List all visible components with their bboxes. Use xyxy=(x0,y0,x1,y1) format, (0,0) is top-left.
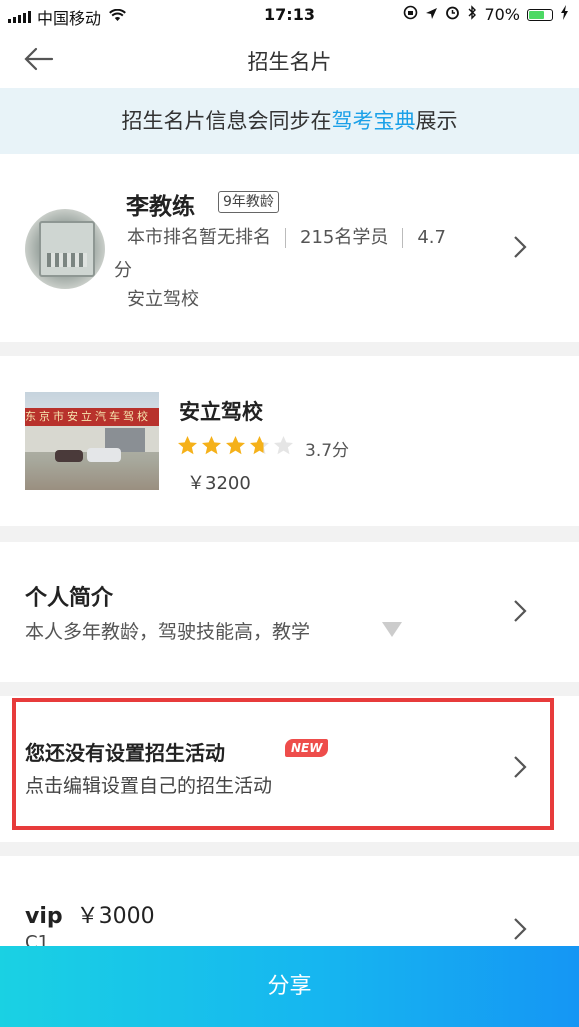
coach-name: 李教练 xyxy=(126,194,195,220)
charging-icon xyxy=(560,5,569,24)
vip-price: ￥3000 xyxy=(76,904,155,929)
status-right: 70% xyxy=(403,5,569,24)
activity-subtitle: 点击编辑设置自己的招生活动 xyxy=(25,775,273,797)
battery-icon xyxy=(527,8,553,21)
bluetooth-icon xyxy=(467,5,477,24)
chevron-right-icon xyxy=(514,756,527,778)
activity-title: 您还没有设置招生活动 xyxy=(25,741,225,765)
intro-card[interactable]: 个人简介 本人多年教龄，驾驶技能高，教学 xyxy=(0,542,579,682)
location-icon xyxy=(425,5,438,24)
notice-suffix: 展示 xyxy=(415,109,458,133)
vip-name: vip xyxy=(25,904,63,929)
school-score: 3.7分 xyxy=(305,441,350,461)
photo-banner: 东京市安立汽车驾校 xyxy=(25,408,159,426)
star-icon xyxy=(226,436,245,455)
school-photo: 东京市安立汽车驾校 xyxy=(25,392,159,490)
school-card[interactable]: 东京市安立汽车驾校 安立驾校 3.7分 ￥3200 xyxy=(0,356,579,526)
star-icon xyxy=(178,436,197,455)
star-icon xyxy=(250,436,269,455)
avatar xyxy=(25,209,105,289)
star-rating xyxy=(177,435,294,456)
school-name: 安立驾校 xyxy=(179,400,263,424)
chevron-right-icon xyxy=(514,236,527,258)
coach-students: 215名学员 xyxy=(300,227,389,248)
page-title: 招生名片 xyxy=(247,50,332,74)
new-badge: NEW xyxy=(285,739,329,757)
vip-title: vip ￥3000 xyxy=(25,898,155,930)
share-button[interactable]: 分享 xyxy=(0,946,579,1027)
chevron-right-icon xyxy=(514,918,527,940)
coach-stats: 本市排名暂无排名 215名学员 4.7 xyxy=(127,223,446,249)
battery-percent: 70% xyxy=(484,5,520,24)
coach-score-unit: 分 xyxy=(114,260,132,281)
coach-school: 安立驾校 xyxy=(127,289,199,310)
enrollment-activity-card[interactable]: 您还没有设置招生活动 NEW 点击编辑设置自己的招生活动 xyxy=(0,696,579,842)
nav-bar: 招生名片 xyxy=(0,30,579,88)
notice-prefix: 招生名片信息会同步在 xyxy=(121,109,332,133)
rotation-lock-icon xyxy=(403,5,418,24)
school-price: ￥3200 xyxy=(187,473,251,494)
intro-title: 个人简介 xyxy=(25,586,114,611)
star-icon xyxy=(274,436,293,455)
experience-badge: 9年教龄 xyxy=(218,191,279,213)
star-icon xyxy=(202,436,221,455)
coach-score: 4.7 xyxy=(417,227,446,248)
notice-app-name[interactable]: 驾考宝典 xyxy=(332,109,416,133)
chevron-right-icon xyxy=(514,600,527,622)
status-bar: 中国移动 17:13 70% xyxy=(0,0,579,30)
sync-notice: 招生名片信息会同步在驾考宝典展示 xyxy=(0,88,579,154)
intro-text: 本人多年教龄，驾驶技能高，教学 xyxy=(25,621,311,643)
coach-rank: 本市排名暂无排名 xyxy=(127,227,271,248)
alarm-icon xyxy=(445,5,460,24)
expand-triangle-icon[interactable] xyxy=(380,619,404,639)
coach-profile-card[interactable]: 李教练 9年教龄 本市排名暂无排名 215名学员 4.7 分 安立驾校 xyxy=(0,154,579,342)
